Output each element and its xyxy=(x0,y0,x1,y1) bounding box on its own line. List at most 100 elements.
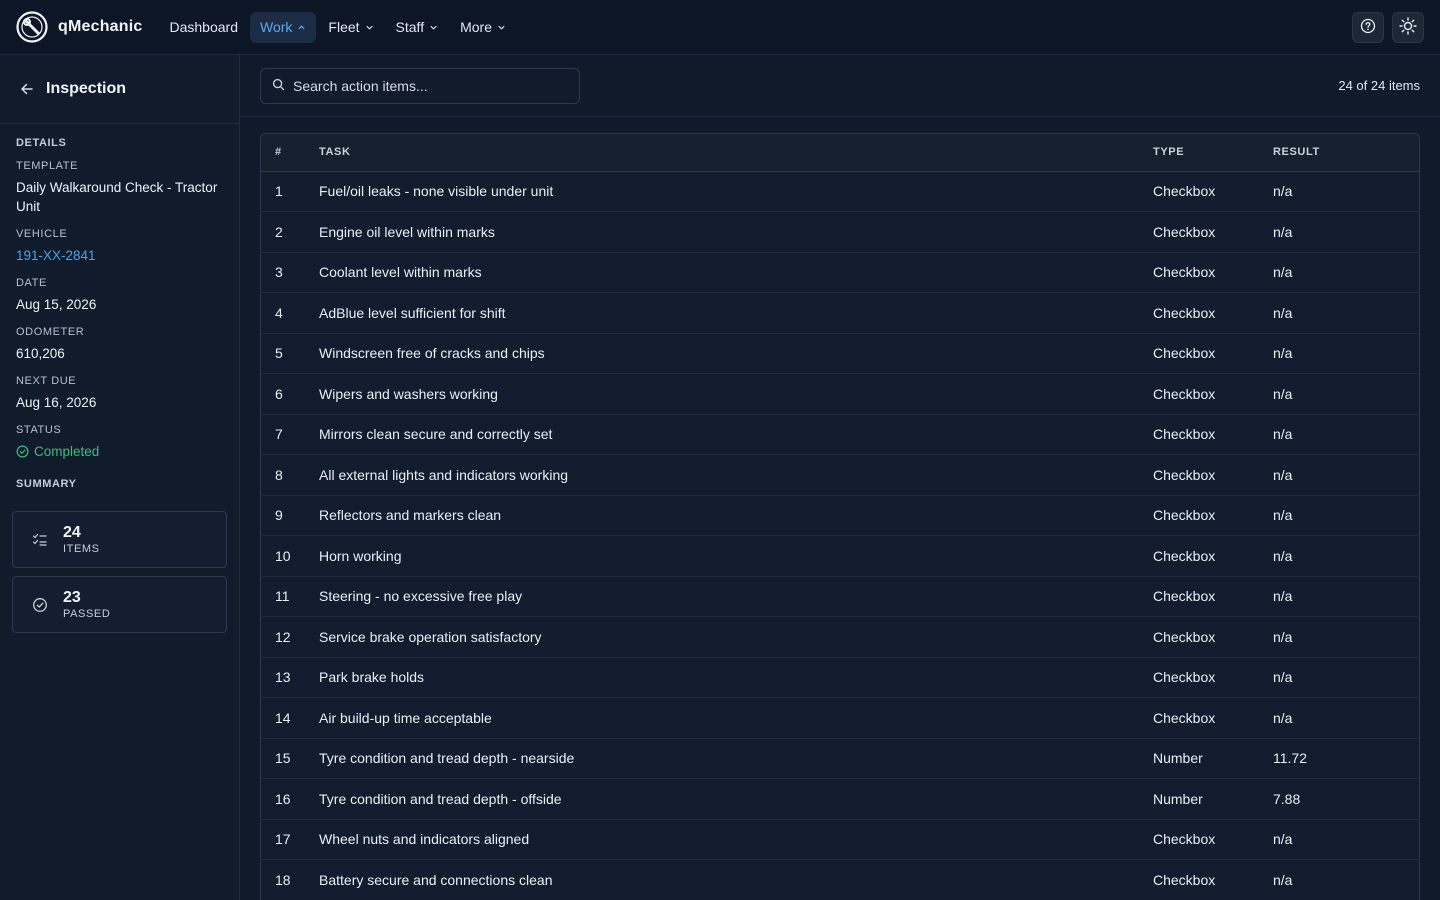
help-button[interactable] xyxy=(1352,12,1384,43)
table-row[interactable]: 12 Service brake operation satisfactory Ch… xyxy=(261,616,1419,658)
table-row[interactable]: 8 All external lights and indicators work… xyxy=(261,454,1419,496)
row-result: n/a xyxy=(1273,859,1419,900)
row-result: n/a xyxy=(1273,252,1419,293)
table-row[interactable]: 3 Coolant level within marks Checkbox n/a xyxy=(261,252,1419,293)
help-icon xyxy=(1360,18,1376,37)
summary-card-passed: 23 PASSED xyxy=(12,576,227,633)
table-row[interactable]: 4 AdBlue level sufficient for shift Checkb… xyxy=(261,292,1419,334)
theme-toggle-button[interactable] xyxy=(1392,12,1424,43)
row-task: Park brake holds xyxy=(319,657,1153,698)
row-number: 2 xyxy=(261,211,319,253)
row-result: n/a xyxy=(1273,333,1419,374)
table-row[interactable]: 5 Windscreen free of cracks and chips Chec… xyxy=(261,333,1419,374)
circle-check-icon xyxy=(16,445,29,458)
search-input[interactable] xyxy=(293,78,563,94)
row-number: 13 xyxy=(261,657,319,698)
row-number: 11 xyxy=(261,576,319,617)
nav-item-label: Dashboard xyxy=(169,19,239,35)
table-row[interactable]: 9 Reflectors and markers clean Checkbox n/a xyxy=(261,495,1419,536)
app-name: qMechanic xyxy=(58,18,143,35)
table-row[interactable]: 18 Battery secure and connections clean Ch… xyxy=(261,859,1419,900)
row-number: 10 xyxy=(261,535,319,577)
row-number: 9 xyxy=(261,495,319,536)
row-result: n/a xyxy=(1273,535,1419,577)
field-label: TEMPLATE xyxy=(16,160,79,172)
row-number: 18 xyxy=(261,859,319,900)
row-task: AdBlue level sufficient for shift xyxy=(319,292,1153,334)
table-row[interactable]: 2 Engine oil level within marks Checkbox n/… xyxy=(261,211,1419,253)
column-header-type[interactable]: TYPE xyxy=(1153,134,1273,172)
nav-item-label: More xyxy=(460,19,492,35)
row-type: Checkbox xyxy=(1153,252,1273,293)
row-number: 14 xyxy=(261,697,319,739)
row-type: Checkbox xyxy=(1153,292,1273,334)
nav-item-label: Work xyxy=(260,19,293,35)
row-task: Coolant level within marks xyxy=(319,252,1153,293)
odometer-field: ODOMETER 610,206 xyxy=(16,326,223,363)
row-task: Engine oil level within marks xyxy=(319,211,1153,253)
nav-item-work[interactable]: Work xyxy=(250,11,317,43)
row-type: Number xyxy=(1153,778,1273,820)
table-row[interactable]: 13 Park brake holds Checkbox n/a xyxy=(261,657,1419,698)
row-type: Checkbox xyxy=(1153,454,1273,496)
column-header-task[interactable]: TASK xyxy=(319,134,1153,172)
search-box[interactable] xyxy=(260,68,580,104)
table-row[interactable]: 10 Horn working Checkbox n/a xyxy=(261,535,1419,577)
row-task: Fuel/oil leaks - none visible under unit xyxy=(319,171,1153,212)
template-value: Daily Walkaround Check - Tractor Unit xyxy=(16,180,218,214)
row-result: 7.88 xyxy=(1273,778,1419,820)
sidebar-header: Inspection xyxy=(0,55,239,124)
nav-item-staff[interactable]: Staff xyxy=(386,12,449,43)
items-label: ITEMS xyxy=(63,543,100,555)
nav-item-dashboard[interactable]: Dashboard xyxy=(160,12,249,43)
table-header-row: # TASK TYPE RESULT xyxy=(261,134,1419,172)
column-header-result[interactable]: RESULT xyxy=(1273,134,1419,172)
row-number: 6 xyxy=(261,373,319,415)
table-row[interactable]: 16 Tyre condition and tread depth - offsi… xyxy=(261,778,1419,820)
details-heading: DETAILS xyxy=(16,137,67,149)
app-logo[interactable]: qMechanic xyxy=(16,11,143,43)
table-row[interactable]: 17 Wheel nuts and indicators aligned Check… xyxy=(261,819,1419,860)
main-content: 24 of 24 items # TASK TYPE RESULT 1Fuel/… xyxy=(240,55,1440,900)
table-row[interactable]: 14 Air build-up time acceptable Checkbox n/… xyxy=(261,697,1419,739)
nav-item-label: Fleet xyxy=(328,19,360,35)
row-type: Checkbox xyxy=(1153,657,1273,698)
row-number: 4 xyxy=(261,292,319,334)
row-task: Service brake operation satisfactory xyxy=(319,616,1153,658)
table-row[interactable]: 7 Mirrors clean secure and correctly set C… xyxy=(261,414,1419,455)
inspection-sidebar: Inspection DETAILS TEMPLATE Daily Walkar… xyxy=(0,55,240,900)
table-row[interactable]: 6 Wipers and washers working Checkbox n/a xyxy=(261,373,1419,415)
column-header-number[interactable]: # xyxy=(261,134,319,172)
next-due-value: Aug 16, 2026 xyxy=(16,395,97,410)
row-type: Checkbox xyxy=(1153,414,1273,455)
nav-item-fleet[interactable]: Fleet xyxy=(318,12,383,43)
row-type: Checkbox xyxy=(1153,819,1273,860)
top-actions xyxy=(1352,12,1424,43)
details-panel: DETAILS TEMPLATE Daily Walkaround Check … xyxy=(0,124,239,490)
passed-count: 23 xyxy=(63,589,81,606)
row-number: 1 xyxy=(261,171,319,212)
search-icon xyxy=(272,78,285,94)
table-row[interactable]: 1 Fuel/oil leaks - none visible under uni… xyxy=(261,171,1419,212)
row-type: Checkbox xyxy=(1153,495,1273,536)
template-field: TEMPLATE Daily Walkaround Check - Tracto… xyxy=(16,160,223,216)
row-task: Battery secure and connections clean xyxy=(319,859,1153,900)
field-label: ODOMETER xyxy=(16,326,85,338)
back-arrow-icon[interactable] xyxy=(19,81,35,97)
status-badge: Completed xyxy=(16,442,223,461)
row-result: n/a xyxy=(1273,454,1419,496)
field-label: DATE xyxy=(16,277,47,289)
row-result: n/a xyxy=(1273,616,1419,658)
circle-check-icon xyxy=(32,597,48,613)
table-row[interactable]: 15 Tyre condition and tread depth - nears… xyxy=(261,738,1419,779)
nav-item-more[interactable]: More xyxy=(450,12,516,43)
vehicle-link[interactable]: 191-XX-2841 xyxy=(16,246,223,265)
table-row[interactable]: 11 Steering - no excessive free play Check… xyxy=(261,576,1419,617)
items-count: 24 xyxy=(63,524,81,541)
row-type: Checkbox xyxy=(1153,576,1273,617)
row-number: 7 xyxy=(261,414,319,455)
row-task: Tyre condition and tread depth - nearsid… xyxy=(319,738,1153,779)
row-number: 8 xyxy=(261,454,319,496)
row-result: n/a xyxy=(1273,211,1419,253)
chevron-up-icon xyxy=(297,23,306,32)
